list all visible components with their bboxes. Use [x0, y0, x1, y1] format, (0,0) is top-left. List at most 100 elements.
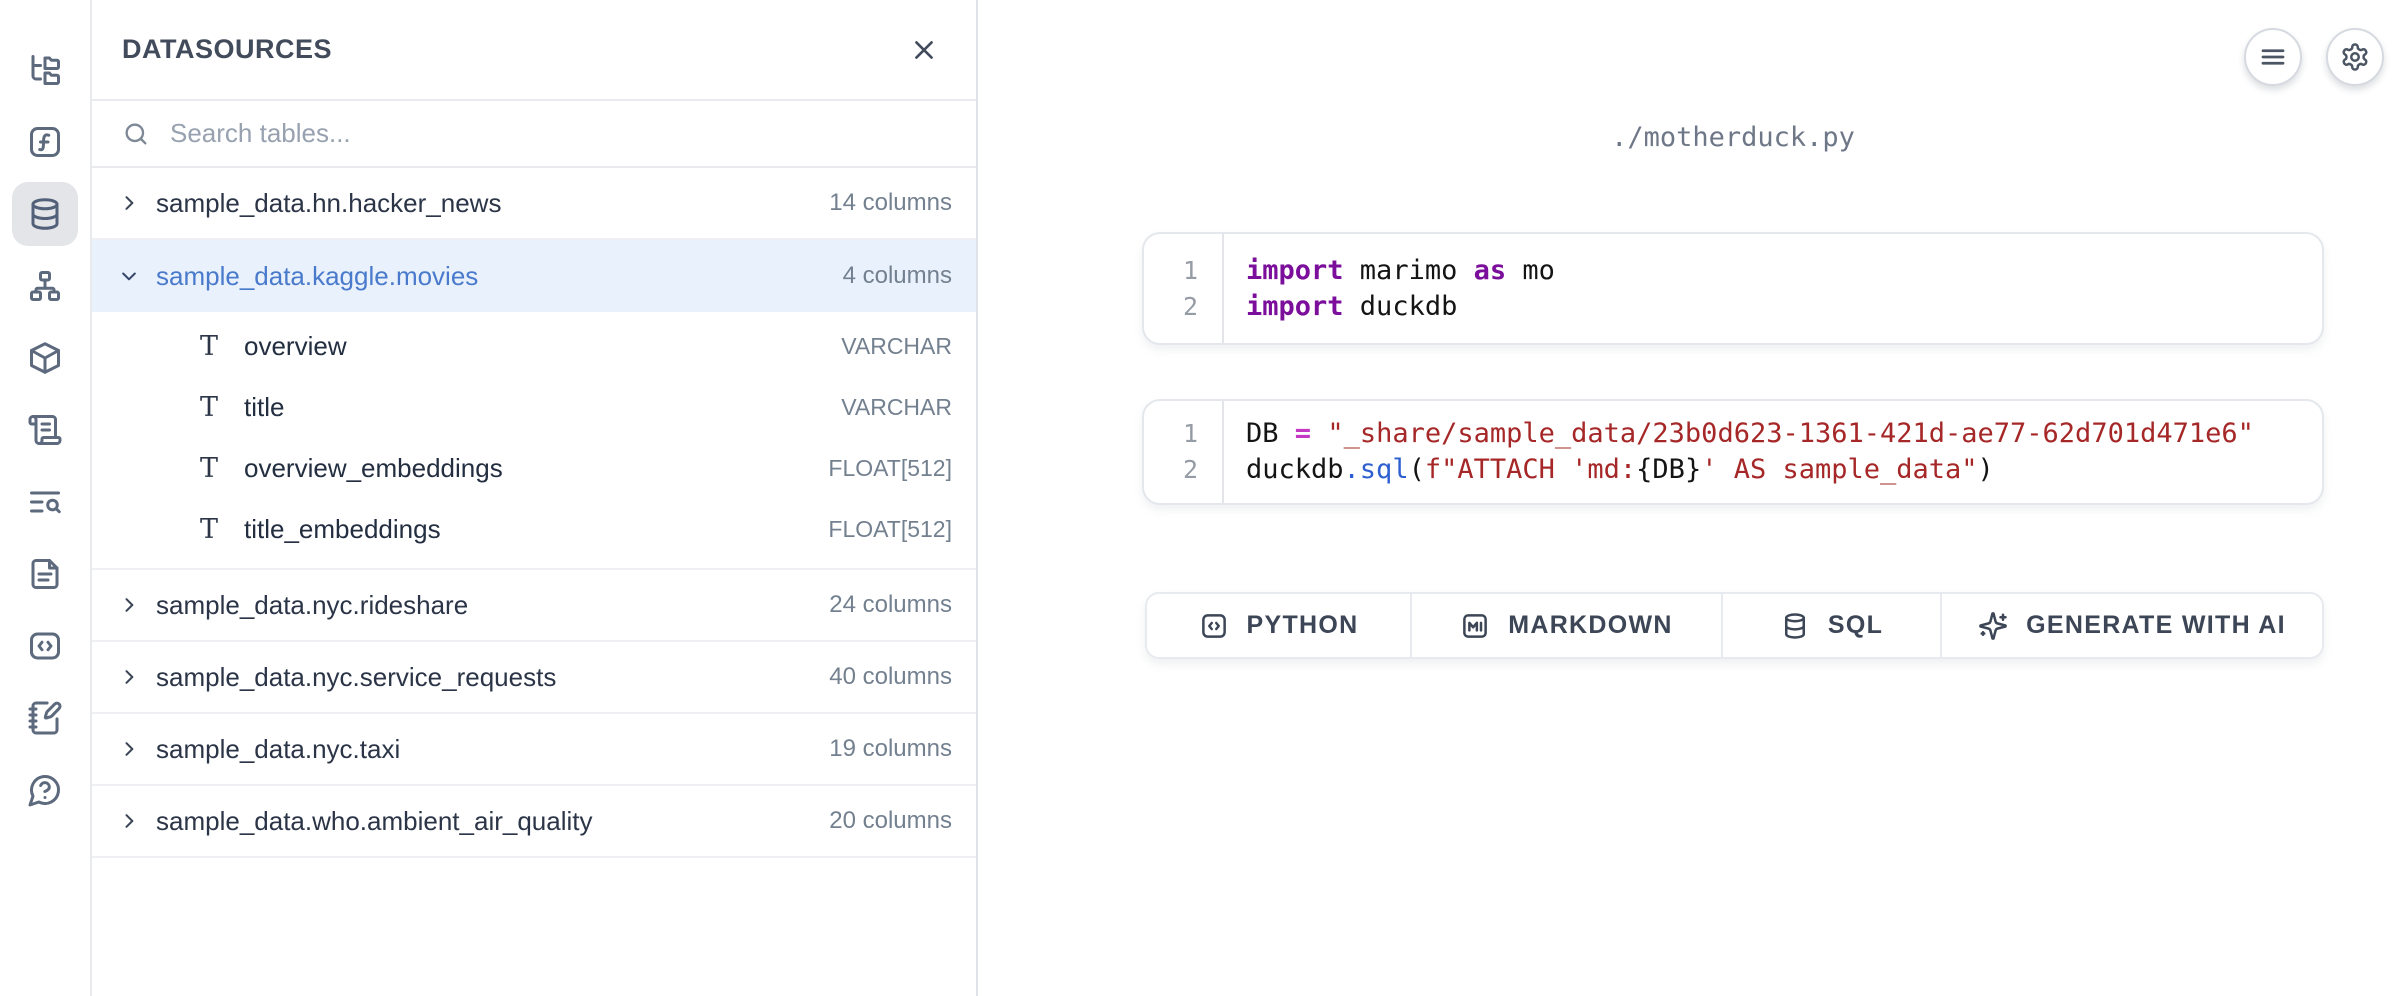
- search-bar: [92, 101, 976, 168]
- notebook-area: ./motherduck.py 1 2 import marimo as mo …: [978, 0, 2399, 996]
- line-number: 1: [1144, 416, 1198, 452]
- code-line: DB = "_share/sample_data/23b0d623-1361-4…: [1246, 416, 2254, 452]
- line-number: 1: [1144, 253, 1198, 289]
- column-count-badge: 20 columns: [829, 807, 952, 835]
- column-count-badge: 14 columns: [829, 189, 952, 217]
- sidebar-item-help[interactable]: [12, 758, 78, 822]
- column-count-badge: 40 columns: [829, 663, 952, 691]
- packages-icon: [27, 340, 63, 376]
- table-name: sample_data.nyc.taxi: [156, 734, 400, 765]
- sidebar-item-packages[interactable]: [12, 326, 78, 390]
- table-name: sample_data.kaggle.movies: [156, 261, 478, 292]
- code-token: DB: [1246, 418, 1295, 449]
- table-name: sample_data.nyc.service_requests: [156, 662, 556, 693]
- table-name: sample_data.nyc.rideshare: [156, 590, 468, 621]
- sidebar-item-snippets[interactable]: [12, 614, 78, 678]
- button-label: PYTHON: [1247, 611, 1359, 640]
- search-input[interactable]: [170, 118, 946, 149]
- text-type-icon: T: [196, 392, 222, 423]
- text-type-icon: T: [196, 331, 222, 362]
- search-icon: [122, 120, 150, 148]
- sidebar-item-file-explorer[interactable]: [12, 38, 78, 102]
- code-cell-imports[interactable]: 1 2 import marimo as mo import duckdb: [1142, 232, 2324, 345]
- file-explorer-icon: [27, 52, 63, 88]
- sidebar-item-logs[interactable]: [12, 398, 78, 462]
- table-row-taxi[interactable]: sample_data.nyc.taxi 19 columns: [92, 714, 976, 786]
- line-number: 2: [1144, 452, 1198, 488]
- panel-header: DATASOURCES: [92, 0, 976, 101]
- table-row-service-requests[interactable]: sample_data.nyc.service_requests 40 colu…: [92, 642, 976, 714]
- help-icon: [27, 772, 63, 808]
- generate-with-ai-button[interactable]: GENERATE WITH AI: [1940, 594, 2322, 657]
- code-editor[interactable]: import marimo as mo import duckdb: [1224, 253, 1555, 325]
- code-cell-attach-db[interactable]: 1 2 DB = "_share/sample_data/23b0d623-13…: [1142, 399, 2324, 505]
- scratchpad-icon: [27, 700, 63, 736]
- table-name: sample_data.who.ambient_air_quality: [156, 806, 593, 837]
- code-token: import: [1246, 291, 1344, 322]
- icon-sidebar: [0, 0, 90, 996]
- code-token: ' AS sample_data": [1701, 454, 1977, 485]
- chevron-right-icon: [118, 810, 140, 832]
- notebook-menu-button[interactable]: [2244, 28, 2302, 86]
- column-name: title_embeddings: [244, 514, 441, 545]
- text-type-icon: T: [196, 514, 222, 545]
- code-token: {DB}: [1636, 454, 1701, 485]
- column-row-overview-embeddings[interactable]: T overview_embeddings FLOAT[512]: [92, 438, 976, 499]
- code-token: as: [1474, 255, 1507, 286]
- python-code-icon: [1199, 611, 1229, 641]
- column-name: overview: [244, 331, 347, 362]
- dependencies-icon: [27, 268, 63, 304]
- notebook-filename: ./motherduck.py: [1142, 122, 2324, 153]
- add-cell-toolbar: PYTHON MARKDOWN SQL: [1145, 592, 2324, 659]
- table-row-hacker-news[interactable]: sample_data.hn.hacker_news 14 columns: [92, 168, 976, 240]
- column-group: T overview VARCHAR T title VARCHAR T ove…: [92, 312, 976, 570]
- sidebar-item-scratchpad[interactable]: [12, 686, 78, 750]
- column-count-badge: 19 columns: [829, 735, 952, 763]
- chevron-right-icon: [118, 192, 140, 214]
- code-token: =: [1295, 418, 1311, 449]
- code-token: mo: [1506, 255, 1555, 286]
- line-number-gutter: 1 2: [1144, 234, 1224, 343]
- close-icon: [911, 37, 937, 63]
- close-panel-button[interactable]: [902, 28, 946, 72]
- column-type: FLOAT[512]: [828, 516, 952, 543]
- sidebar-item-tracing[interactable]: [12, 470, 78, 534]
- add-python-cell-button[interactable]: PYTHON: [1147, 594, 1410, 657]
- column-type: VARCHAR: [841, 333, 952, 360]
- column-type: VARCHAR: [841, 394, 952, 421]
- sidebar-item-datasources[interactable]: [12, 182, 78, 246]
- sidebar-item-documentation[interactable]: [12, 542, 78, 606]
- code-token: [1311, 418, 1327, 449]
- code-line: import marimo as mo: [1246, 253, 1555, 289]
- column-row-title[interactable]: T title VARCHAR: [92, 377, 976, 438]
- sidebar-item-functions[interactable]: [12, 110, 78, 174]
- settings-button[interactable]: [2326, 28, 2384, 86]
- menu-icon: [2258, 42, 2288, 72]
- table-row-kaggle-movies[interactable]: sample_data.kaggle.movies 4 columns: [92, 240, 976, 312]
- code-token: marimo: [1344, 255, 1474, 286]
- sidebar-item-dependencies[interactable]: [12, 254, 78, 318]
- column-count-badge: 4 columns: [843, 262, 952, 290]
- line-number: 2: [1144, 289, 1198, 325]
- code-token: ): [1978, 454, 1994, 485]
- logs-icon: [27, 412, 63, 448]
- code-editor[interactable]: DB = "_share/sample_data/23b0d623-1361-4…: [1224, 416, 2254, 488]
- table-list: sample_data.hn.hacker_news 14 columns sa…: [92, 168, 976, 858]
- code-token: "_share/sample_data/23b0d623-1361-421d-a…: [1327, 418, 2254, 449]
- table-row-rideshare[interactable]: sample_data.nyc.rideshare 24 columns: [92, 570, 976, 642]
- column-name: overview_embeddings: [244, 453, 503, 484]
- markdown-icon: [1460, 611, 1490, 641]
- button-label: SQL: [1828, 611, 1883, 640]
- snippets-icon: [27, 628, 63, 664]
- add-sql-cell-button[interactable]: SQL: [1721, 594, 1940, 657]
- column-row-title-embeddings[interactable]: T title_embeddings FLOAT[512]: [92, 499, 976, 560]
- code-line: import duckdb: [1246, 289, 1555, 325]
- table-row-ambient-air-quality[interactable]: sample_data.who.ambient_air_quality 20 c…: [92, 786, 976, 858]
- column-row-overview[interactable]: T overview VARCHAR: [92, 316, 976, 377]
- tracing-icon: [27, 484, 63, 520]
- datasources-icon: [27, 196, 63, 232]
- add-markdown-cell-button[interactable]: MARKDOWN: [1410, 594, 1721, 657]
- code-token: (: [1409, 454, 1425, 485]
- chevron-right-icon: [118, 738, 140, 760]
- datasources-panel: DATASOURCES sample_data.hn.hacker_news 1…: [90, 0, 978, 996]
